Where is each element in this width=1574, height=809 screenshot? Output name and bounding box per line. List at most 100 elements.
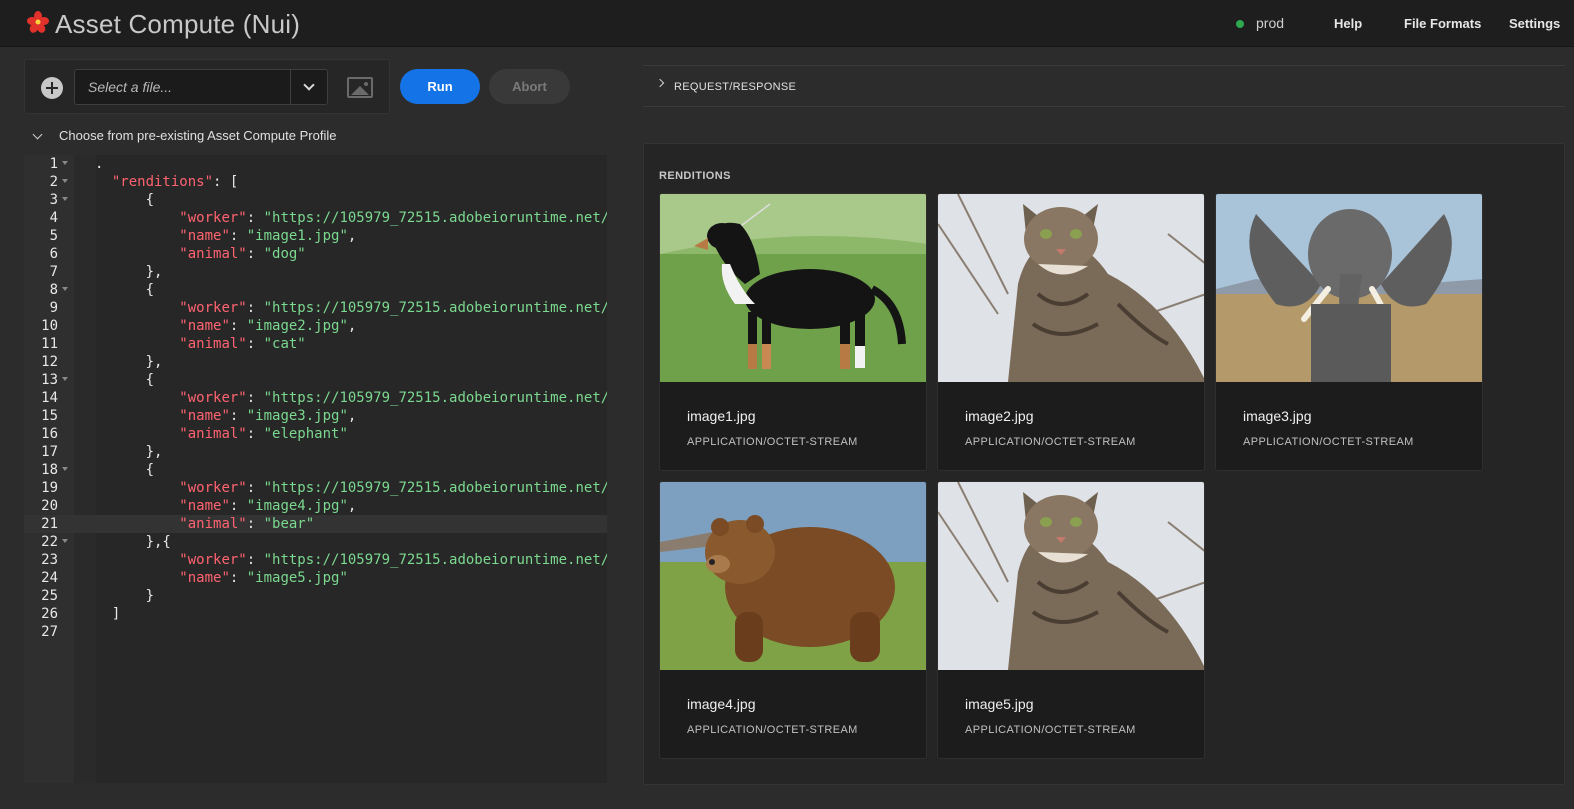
- code-line[interactable]: 8 {: [24, 281, 607, 299]
- code-text: "worker": "https://105979_72515.adobeior…: [179, 552, 607, 568]
- file-select-dropdown-button[interactable]: [290, 70, 327, 104]
- code-text: },: [95, 264, 163, 280]
- code-line[interactable]: 24 "name": "image5.jpg": [24, 569, 607, 587]
- code-line[interactable]: 13 {: [24, 371, 607, 389]
- code-line[interactable]: 23 "worker": "https://105979_72515.adobe…: [24, 551, 607, 569]
- code-text: },: [95, 354, 163, 370]
- status-dot-icon: [1236, 20, 1244, 28]
- rendition-thumbnail[interactable]: [660, 482, 926, 670]
- line-number: 21: [41, 516, 58, 532]
- rendition-card[interactable]: image5.jpg APPLICATION/OCTET-STREAM: [937, 481, 1205, 759]
- code-line[interactable]: 5 "name": "image1.jpg",: [24, 227, 607, 245]
- app-title: Asset Compute (Nui): [55, 9, 301, 39]
- line-number: 27: [41, 624, 58, 640]
- code-line[interactable]: 21 "animal": "bear": [24, 515, 607, 533]
- profile-chooser-label: Choose from pre-existing Asset Compute P…: [59, 128, 337, 143]
- app-header: Asset Compute (Nui) prod Help File Forma…: [0, 0, 1574, 47]
- rendition-thumbnail[interactable]: [938, 482, 1204, 670]
- rendition-name: image1.jpg: [687, 408, 756, 424]
- line-number: 20: [41, 498, 58, 514]
- chevron-down-icon: [32, 129, 43, 139]
- request-response-toggle[interactable]: REQUEST/RESPONSE: [643, 65, 1565, 107]
- line-number: 6: [49, 246, 58, 262]
- line-number: 1: [49, 156, 58, 172]
- code-text: {: [95, 282, 155, 298]
- code-text: .: [95, 156, 104, 172]
- hibiscus-flower-icon: [27, 11, 49, 33]
- line-number: 3: [49, 192, 58, 208]
- code-line[interactable]: 16 "animal": "elephant": [24, 425, 607, 443]
- line-number: 8: [49, 282, 58, 298]
- rendition-thumbnail[interactable]: [938, 194, 1204, 382]
- code-line[interactable]: 12 },: [24, 353, 607, 371]
- line-number: 19: [41, 480, 58, 496]
- settings-link[interactable]: Settings: [1509, 16, 1560, 31]
- line-number: 24: [41, 570, 58, 586]
- code-line[interactable]: 19 "worker": "https://105979_72515.adobe…: [24, 479, 607, 497]
- fold-arrow-icon[interactable]: [62, 377, 68, 381]
- code-line[interactable]: 9 "worker": "https://105979_72515.adobei…: [24, 299, 607, 317]
- code-line[interactable]: 10 "name": "image2.jpg",: [24, 317, 607, 335]
- rendition-card[interactable]: image2.jpg APPLICATION/OCTET-STREAM: [937, 193, 1205, 471]
- fold-arrow-icon[interactable]: [62, 197, 68, 201]
- request-response-label: REQUEST/RESPONSE: [674, 81, 797, 93]
- code-text: "animal": "cat": [179, 336, 306, 352]
- code-line[interactable]: 25 }: [24, 587, 607, 605]
- code-line[interactable]: 20 "name": "image4.jpg",: [24, 497, 607, 515]
- renditions-panel: RENDITIONS image1.jpg APPLICATION/OCTET-S…: [643, 143, 1565, 785]
- code-line[interactable]: 27: [24, 623, 607, 641]
- code-text: "animal": "dog": [179, 246, 306, 262]
- line-number: 18: [41, 462, 58, 478]
- profile-chooser-toggle[interactable]: Choose from pre-existing Asset Compute P…: [32, 128, 337, 143]
- file-formats-link[interactable]: File Formats: [1404, 16, 1481, 31]
- add-file-icon[interactable]: [41, 77, 63, 99]
- code-line[interactable]: 3 {: [24, 191, 607, 209]
- line-number: 22: [41, 534, 58, 550]
- rendition-thumbnail[interactable]: [660, 194, 926, 382]
- code-text: },: [95, 444, 163, 460]
- file-select-placeholder[interactable]: Select a file...: [75, 70, 290, 104]
- rendition-card[interactable]: image4.jpg APPLICATION/OCTET-STREAM: [659, 481, 927, 759]
- fold-arrow-icon[interactable]: [62, 179, 68, 183]
- rendition-name: image4.jpg: [687, 696, 756, 712]
- fold-arrow-icon[interactable]: [62, 467, 68, 471]
- rendition-card[interactable]: image3.jpg APPLICATION/OCTET-STREAM: [1215, 193, 1483, 471]
- code-text: "worker": "https://105979_72515.adobeior…: [179, 210, 607, 226]
- line-number: 26: [41, 606, 58, 622]
- help-link[interactable]: Help: [1334, 16, 1362, 31]
- code-line[interactable]: 1.: [24, 155, 607, 173]
- code-line[interactable]: 17 },: [24, 443, 607, 461]
- code-line[interactable]: 22 },{: [24, 533, 607, 551]
- renditions-title: RENDITIONS: [659, 170, 731, 182]
- code-text: "worker": "https://105979_72515.adobeior…: [179, 480, 607, 496]
- fold-arrow-icon[interactable]: [62, 287, 68, 291]
- code-line[interactable]: 4 "worker": "https://105979_72515.adobei…: [24, 209, 607, 227]
- code-line[interactable]: 11 "animal": "cat": [24, 335, 607, 353]
- code-text: },{: [95, 534, 171, 550]
- code-text: "name": "image1.jpg",: [179, 228, 357, 244]
- code-text: ]: [95, 606, 121, 622]
- line-number: 4: [49, 210, 58, 226]
- json-code-editor[interactable]: 1.2 "renditions": [3 {4 "worker": "https…: [24, 155, 607, 783]
- code-text: "worker": "https://105979_72515.adobeior…: [179, 300, 607, 316]
- code-text: "animal": "bear": [179, 516, 315, 532]
- rendition-thumbnail[interactable]: [1216, 194, 1482, 382]
- code-line[interactable]: 26 ]: [24, 605, 607, 623]
- code-line[interactable]: 7 },: [24, 263, 607, 281]
- fold-arrow-icon[interactable]: [62, 161, 68, 165]
- chevron-right-icon: [655, 78, 665, 88]
- code-text: "name": "image4.jpg",: [179, 498, 357, 514]
- line-number: 5: [49, 228, 58, 244]
- rendition-card[interactable]: image1.jpg APPLICATION/OCTET-STREAM: [659, 193, 927, 471]
- code-line[interactable]: 2 "renditions": [: [24, 173, 607, 191]
- code-line[interactable]: 18 {: [24, 461, 607, 479]
- code-line[interactable]: 6 "animal": "dog": [24, 245, 607, 263]
- fold-arrow-icon[interactable]: [62, 539, 68, 543]
- rendition-name: image5.jpg: [965, 696, 1034, 712]
- file-select[interactable]: Select a file...: [74, 69, 328, 105]
- rendition-name: image2.jpg: [965, 408, 1034, 424]
- abort-button[interactable]: Abort: [489, 69, 570, 104]
- run-button[interactable]: Run: [400, 69, 480, 104]
- code-line[interactable]: 15 "name": "image3.jpg",: [24, 407, 607, 425]
- code-line[interactable]: 14 "worker": "https://105979_72515.adobe…: [24, 389, 607, 407]
